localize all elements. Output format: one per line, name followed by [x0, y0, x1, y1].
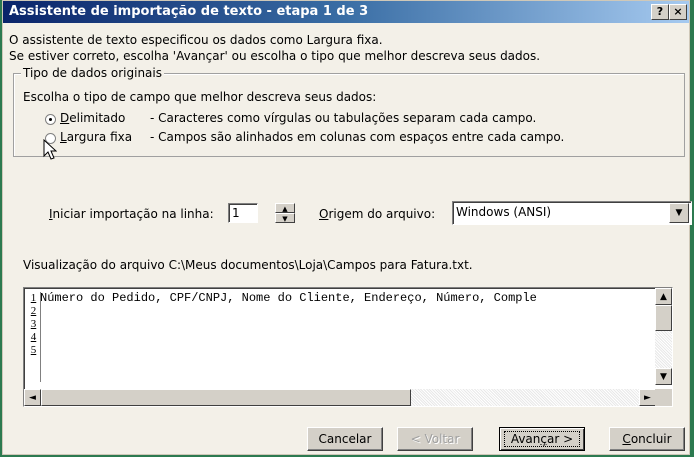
- start-row-label-rest: niciar importação na linha:: [52, 207, 214, 221]
- focus-rectangle: [504, 431, 580, 447]
- title-bar[interactable]: Assistente de importação de texto - etap…: [3, 1, 689, 23]
- scroll-up-button[interactable]: ▲: [655, 288, 672, 305]
- arrow-left-icon: ◄: [29, 393, 36, 403]
- preview-line: 2: [24, 305, 656, 318]
- intro-line-1: O assistente de texto especificou os dad…: [9, 33, 383, 47]
- help-button[interactable]: ?: [651, 4, 669, 20]
- file-origin-label: Origem do arquivo:: [319, 207, 435, 221]
- window-title: Assistente de importação de texto - etap…: [9, 4, 369, 19]
- data-type-group: Tipo de dados originais Escolha o tipo d…: [13, 66, 685, 157]
- file-origin-value: Windows (ANSI): [456, 205, 552, 219]
- finish-label-rest: oncluir: [630, 432, 672, 446]
- intro-line-2: Se estiver correto, escolha 'Avançar' ou…: [9, 49, 541, 63]
- start-row-label: Iniciar importação na linha:: [49, 207, 214, 221]
- line-number: 3: [30, 318, 37, 330]
- delimited-accesskey: D: [60, 111, 70, 125]
- start-row-down-icon: ▼: [282, 215, 288, 223]
- file-origin-select[interactable]: Windows (ANSI): [452, 201, 692, 225]
- delimited-radio[interactable]: [45, 114, 56, 125]
- arrow-down-icon: ▼: [660, 372, 667, 382]
- arrow-up-icon: ▲: [660, 292, 667, 302]
- fixed-width-accesskey: L: [60, 130, 67, 144]
- scroll-down-button[interactable]: ▼: [655, 368, 672, 385]
- file-origin-dropdown-button[interactable]: ▼: [669, 203, 689, 223]
- import-wizard-dialog: Assistente de importação de texto - etap…: [2, 0, 692, 455]
- preview-line: 1 Número do Pedido, CPF/CNPJ, Nome do Cli…: [24, 292, 656, 305]
- horizontal-scrollbar[interactable]: ◄ ►: [24, 389, 656, 406]
- vertical-scrollbar[interactable]: ▲ ▼: [655, 288, 672, 385]
- line-text: Número do Pedido, CPF/CNPJ, Nome do Clie…: [40, 291, 537, 305]
- preview-content: 1 Número do Pedido, CPF/CNPJ, Nome do Cli…: [24, 288, 656, 385]
- finish-accesskey: C: [622, 432, 631, 446]
- preview-line: 4: [24, 331, 656, 344]
- back-button[interactable]: < Voltar: [397, 427, 473, 451]
- line-number: 4: [30, 331, 37, 343]
- vertical-scroll-thumb[interactable]: [655, 305, 672, 331]
- finish-button[interactable]: Concluir: [609, 427, 685, 451]
- file-origin-label-rest: rigem do arquivo:: [328, 207, 436, 221]
- start-row-up-icon: ▲: [282, 205, 288, 213]
- line-number: 2: [30, 305, 37, 317]
- start-row-input[interactable]: 1: [228, 203, 258, 223]
- horizontal-scroll-thumb[interactable]: [41, 389, 411, 406]
- fixed-width-description: - Campos são alinhados em colunas com es…: [150, 130, 565, 144]
- fixed-width-label[interactable]: Largura fixa: [60, 130, 132, 144]
- mouse-pointer-icon: [43, 139, 57, 160]
- preview-line: 5: [24, 344, 656, 357]
- field-type-prompt: Escolha o tipo de campo que melhor descr…: [23, 90, 377, 104]
- scroll-corner: [655, 389, 672, 406]
- group-label: Tipo de dados originais: [21, 66, 164, 80]
- cancel-button[interactable]: Cancelar: [307, 427, 383, 451]
- start-row-down-button[interactable]: ▼: [275, 213, 295, 223]
- line-number: 5: [30, 344, 37, 356]
- scroll-left-button[interactable]: ◄: [24, 389, 41, 406]
- preview-line: 3: [24, 318, 656, 331]
- file-preview[interactable]: 1 Número do Pedido, CPF/CNPJ, Nome do Cli…: [23, 287, 673, 407]
- line-number-divider: [40, 292, 41, 382]
- next-button[interactable]: Avançar >: [499, 427, 585, 451]
- delimited-description: - Caracteres como vírgulas ou tabulações…: [150, 111, 537, 125]
- chevron-down-icon: ▼: [675, 208, 683, 218]
- arrow-right-icon: ►: [644, 393, 651, 403]
- preview-label: Visualização do arquivo C:\Meus document…: [23, 258, 473, 272]
- delimited-label[interactable]: Delimitado: [60, 111, 125, 125]
- scroll-right-button[interactable]: ►: [639, 389, 656, 406]
- delimited-label-rest: elimitado: [69, 111, 126, 125]
- close-button[interactable]: ×: [669, 4, 687, 20]
- fixed-width-label-rest: argura fixa: [66, 130, 133, 144]
- line-number: 1: [30, 292, 37, 304]
- start-row-up-button[interactable]: ▲: [275, 203, 295, 213]
